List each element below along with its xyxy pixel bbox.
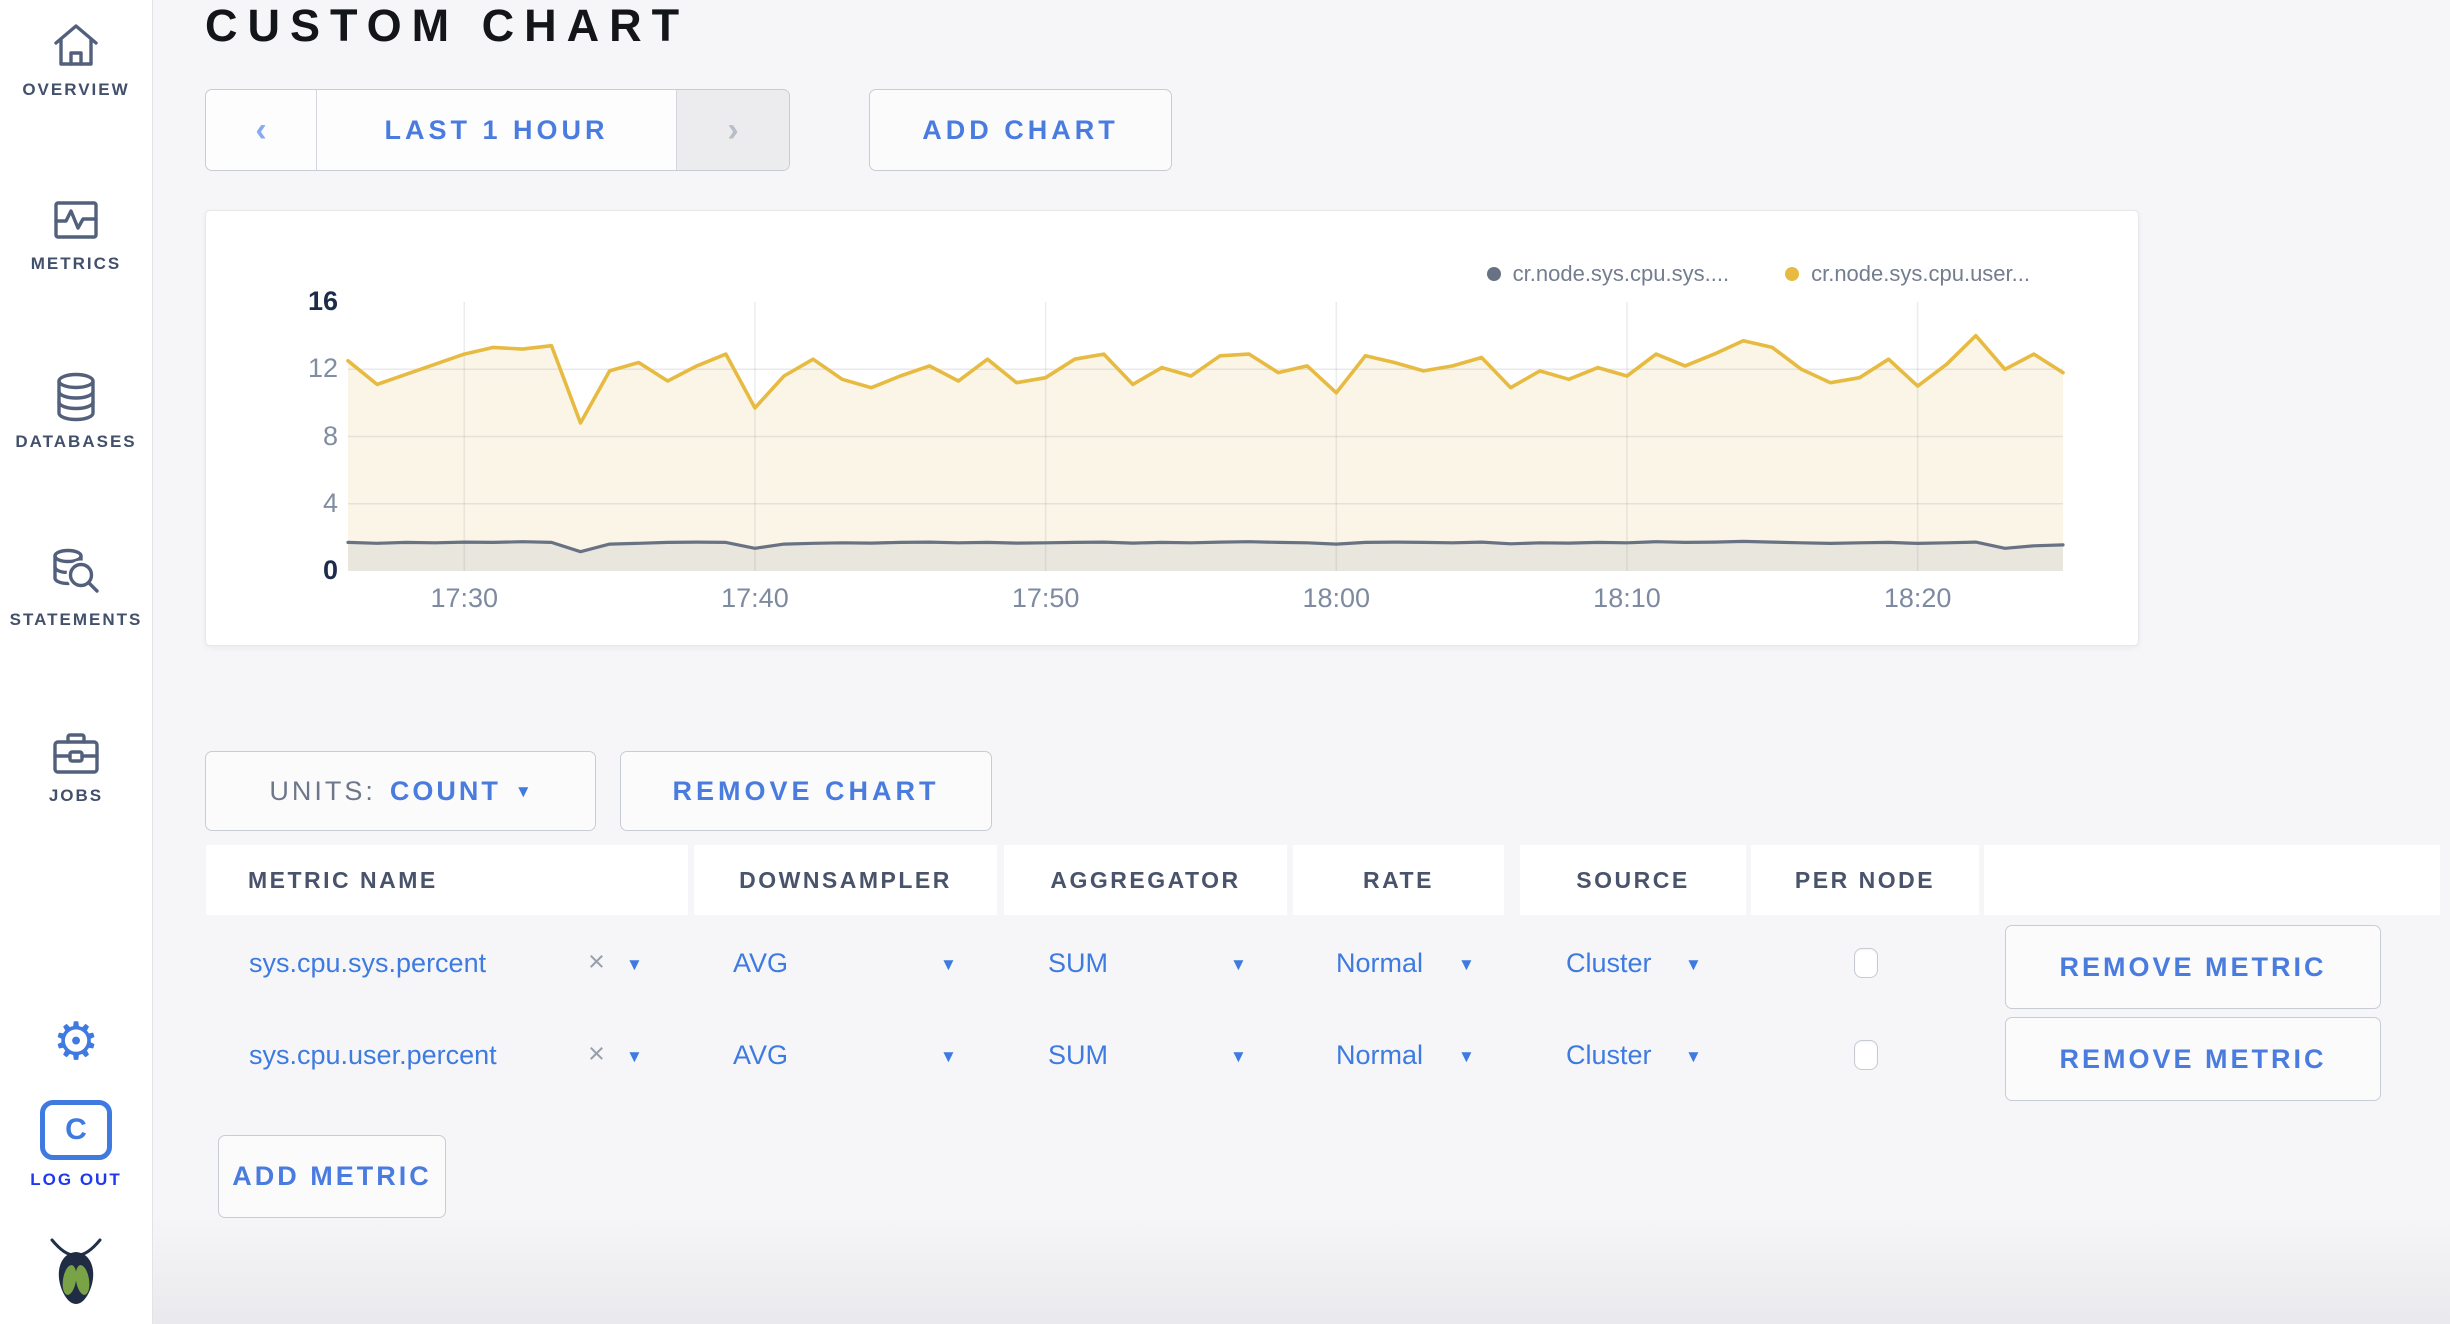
remove-metric-button[interactable]: REMOVE METRIC [2005,925,2381,1009]
x-axis-label: 17:50 [1011,583,1080,613]
statements-icon [53,548,99,593]
caret-down-icon: ▼ [514,781,532,801]
units-value: COUNT [389,775,501,806]
metric-name-value[interactable]: sys.cpu.sys.percent [249,948,486,979]
x-axis-label: 18:20 [1883,583,1952,613]
jobs-icon [53,733,99,774]
column-header-source: SOURCE [1520,845,1746,915]
column-header-rate: RATE [1293,845,1504,915]
time-range-prev-button[interactable]: ‹ [206,90,317,170]
legend-label: cr.node.sys.cpu.sys.... [1512,261,1730,286]
add-chart-button[interactable]: ADD CHART [869,89,1172,171]
y-axis-label: 16 [307,286,338,316]
add-metric-button[interactable]: ADD METRIC [218,1135,446,1218]
y-axis-label: 0 [322,555,338,585]
column-header-downsampler: DOWNSAMPLER [694,845,997,915]
chart-card: cr.node.sys.cpu.sys.... cr.node.sys.cpu.… [205,210,2139,646]
sidebar-item-label: OVERVIEW [22,80,130,99]
databases-icon [57,372,95,422]
x-axis-label: 17:30 [430,583,499,613]
sidebar-item-metrics[interactable]: METRICS [0,196,152,274]
column-header-metric-name: METRIC NAME [206,845,688,915]
chevron-left-icon: ‹ [255,110,267,149]
logout-button[interactable]: C LOG OUT [0,1100,152,1190]
chart-area: cr.node.sys.cpu.sys.... cr.node.sys.cpu.… [206,211,2138,645]
time-range-label[interactable]: LAST 1 HOUR [317,90,676,170]
rate-value[interactable]: Normal [1336,1040,1423,1071]
sidebar-item-databases[interactable]: DATABASES [0,372,152,452]
cockroach-bug-icon [50,1238,102,1304]
logout-icon: C [40,1100,112,1160]
caret-down-icon[interactable]: ▼ [1685,955,1702,975]
sidebar-item-label: STATEMENTS [9,610,143,629]
close-icon[interactable]: × [588,946,605,979]
aggregator-value[interactable]: SUM [1048,1040,1108,1071]
chart-legend: cr.node.sys.cpu.sys.... cr.node.sys.cpu.… [1486,261,2030,287]
sidebar-item-label: METRICS [30,254,122,273]
column-header-per-node: PER NODE [1751,845,1979,915]
rate-value[interactable]: Normal [1336,948,1423,979]
downsampler-value[interactable]: AVG [733,1040,788,1071]
column-header-actions [1984,845,2440,915]
legend-label: cr.node.sys.cpu.user... [1811,261,2030,286]
settings-button[interactable]: ⚙ [0,1016,152,1068]
remove-chart-button[interactable]: REMOVE CHART [620,751,992,831]
series-color-dot [1486,267,1501,281]
caret-down-icon[interactable]: ▼ [626,955,643,975]
custom-chart-page: OVERVIEW METRICS DATABASES STATEMENTS JO… [0,0,2450,1324]
source-value[interactable]: Cluster [1566,1040,1652,1071]
source-value[interactable]: Cluster [1566,948,1652,979]
metric-name-value[interactable]: sys.cpu.user.percent [249,1040,497,1071]
time-range-next-button[interactable]: › [676,90,789,170]
sidebar-item-label: JOBS [48,786,104,805]
sidebar: OVERVIEW METRICS DATABASES STATEMENTS JO… [0,0,153,1324]
legend-item: cr.node.sys.cpu.sys.... [1486,261,1730,287]
aggregator-value[interactable]: SUM [1048,948,1108,979]
y-axis-label: 4 [322,487,338,518]
metrics-icon [54,201,98,239]
caret-down-icon[interactable]: ▼ [1458,1047,1475,1067]
remove-metric-button[interactable]: REMOVE METRIC [2005,1017,2381,1101]
home-icon [54,24,98,66]
x-axis-label: 18:10 [1593,583,1661,613]
caret-down-icon[interactable]: ▼ [940,1047,957,1067]
units-dropdown[interactable]: UNITS: COUNT ▼ [205,751,596,831]
gear-icon: ⚙ [52,1013,100,1071]
x-axis-label: 17:40 [721,583,789,613]
caret-down-icon[interactable]: ▼ [1685,1047,1702,1067]
caret-down-icon[interactable]: ▼ [626,1047,643,1067]
cockroach-logo[interactable] [0,1236,152,1322]
page-title: CUSTOM CHART [205,0,690,51]
legend-item: cr.node.sys.cpu.user... [1785,261,2030,287]
chevron-right-icon: › [727,110,739,149]
caret-down-icon[interactable]: ▼ [1458,955,1475,975]
units-label: UNITS: [269,775,376,806]
logout-label: LOG OUT [30,1170,122,1189]
per-node-checkbox[interactable] [1854,1040,1878,1070]
sidebar-item-statements[interactable]: STATEMENTS [0,548,152,630]
time-range-selector: ‹ LAST 1 HOUR › [205,89,790,171]
close-icon[interactable]: × [588,1038,605,1071]
caret-down-icon[interactable]: ▼ [1230,1047,1247,1067]
sidebar-item-label: DATABASES [15,432,137,451]
caret-down-icon[interactable]: ▼ [940,955,957,975]
caret-down-icon[interactable]: ▼ [1230,955,1247,975]
sidebar-item-jobs[interactable]: JOBS [0,730,152,806]
y-axis-label: 12 [307,353,338,384]
per-node-checkbox[interactable] [1854,948,1878,978]
column-header-aggregator: AGGREGATOR [1004,845,1287,915]
x-axis-label: 18:00 [1302,583,1371,613]
downsampler-value[interactable]: AVG [733,948,788,979]
series-color-dot [1785,267,1800,281]
y-axis-label: 8 [322,420,338,451]
sidebar-item-overview[interactable]: OVERVIEW [0,22,152,100]
